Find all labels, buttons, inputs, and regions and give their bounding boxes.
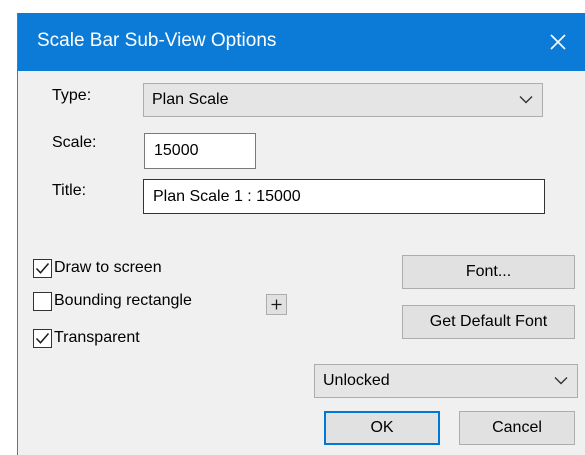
scale-input-value: 15000 — [154, 142, 199, 159]
transparent-checkbox-row[interactable]: Transparent — [33, 328, 140, 348]
window-title: Scale Bar Sub-View Options — [37, 30, 277, 51]
bounding-rectangle-label: Bounding rectangle — [54, 292, 192, 309]
type-dropdown-value: Plan Scale — [152, 91, 229, 108]
type-dropdown[interactable]: Plan Scale — [143, 83, 543, 117]
get-default-font-button[interactable]: Get Default Font — [402, 305, 575, 339]
checkmark-icon — [35, 332, 50, 344]
close-icon — [550, 34, 566, 50]
transparent-label: Transparent — [54, 329, 140, 346]
bounding-rectangle-checkbox-row[interactable]: Bounding rectangle — [33, 291, 192, 311]
ok-button[interactable]: OK — [324, 411, 440, 445]
plus-icon — [271, 299, 282, 310]
bounding-rectangle-checkbox[interactable] — [33, 291, 52, 311]
chevron-down-icon — [554, 377, 568, 386]
title-input-value: Plan Scale 1 : 15000 — [153, 187, 301, 205]
checkmark-icon — [35, 262, 50, 274]
title-bar: Scale Bar Sub-View Options — [18, 13, 585, 71]
close-button[interactable] — [538, 24, 578, 60]
cancel-button[interactable]: Cancel — [459, 411, 575, 445]
draw-to-screen-checkbox[interactable] — [33, 258, 52, 278]
transparent-checkbox[interactable] — [33, 328, 52, 348]
title-input[interactable]: Plan Scale 1 : 15000 — [143, 179, 545, 214]
scale-bar-options-dialog: Scale Bar Sub-View Options Type: Plan Sc… — [17, 13, 585, 455]
scale-label: Scale: — [52, 134, 97, 151]
lock-dropdown-value: Unlocked — [323, 372, 390, 389]
chevron-down-icon — [519, 96, 533, 105]
type-label: Type: — [52, 87, 92, 104]
title-label: Title: — [52, 182, 87, 199]
font-button[interactable]: Font... — [402, 255, 575, 289]
bounding-rectangle-options-button[interactable] — [266, 294, 287, 315]
draw-to-screen-label: Draw to screen — [54, 259, 162, 276]
scale-input[interactable]: 15000 — [144, 133, 256, 169]
lock-dropdown[interactable]: Unlocked — [314, 364, 578, 398]
draw-to-screen-checkbox-row[interactable]: Draw to screen — [33, 258, 162, 278]
